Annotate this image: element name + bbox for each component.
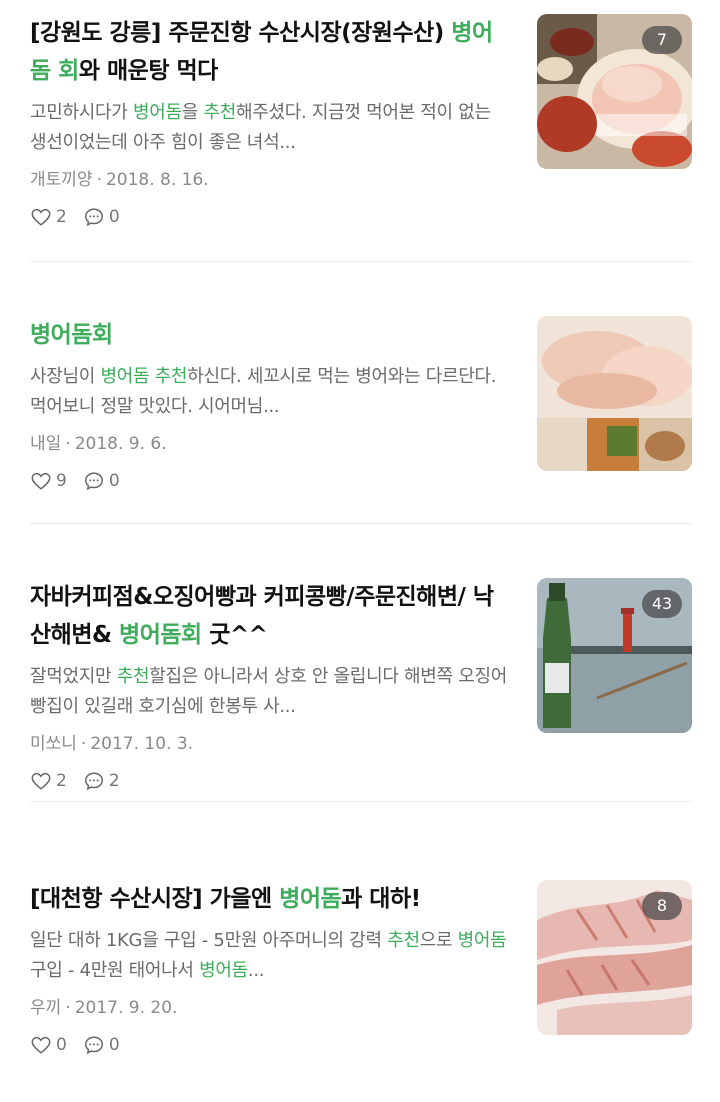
comment-count: 0	[108, 1035, 120, 1055]
post-snippet[interactable]: 일단 대하 1KG을 구입 - 5만원 아주머니의 강력 추천으로 병어돔 구입…	[30, 926, 508, 986]
title-highlight: 병어돔회	[30, 322, 113, 348]
title-text: [강원도 강릉] 주문진항 수산시장(장원수산)	[30, 20, 452, 46]
post-stats: 9 0	[30, 470, 508, 492]
post-card[interactable]: [강원도 강릉] 주문진항 수산시장(장원수산) 병어돔 회와 매운탕 먹다 고…	[0, 0, 720, 262]
post-stats: 2 2	[30, 770, 508, 792]
like-button[interactable]: 0	[30, 1034, 67, 1056]
author-name[interactable]: 미쏘니	[30, 734, 77, 754]
title-highlight: 병어돔	[279, 886, 342, 912]
snippet-text: 사장님이	[30, 366, 101, 387]
comment-count: 0	[108, 471, 120, 491]
comment-button[interactable]: 0	[83, 1034, 120, 1056]
comment-icon	[84, 208, 103, 227]
post-meta: 개토끼양 · 2018. 8. 16.	[30, 168, 508, 192]
snippet-highlight: 추천	[387, 930, 420, 951]
heart-icon	[31, 472, 51, 490]
post-snippet[interactable]: 사장님이 병어돔 추천하신다. 세꼬시로 먹는 병어와는 다르단다. 먹어보니 …	[30, 362, 508, 422]
title-text: 와 매운탕 먹다	[78, 58, 218, 84]
post-stats: 0 0	[30, 1034, 508, 1056]
snippet-highlight: 병어돔	[100, 366, 150, 387]
like-button[interactable]: 9	[30, 470, 67, 492]
post-meta: 미쏘니 · 2017. 10. 3.	[30, 732, 508, 756]
photo-count-badge: 7	[642, 26, 682, 54]
title-text: 굿^^	[201, 622, 268, 648]
meta-separator: ·	[65, 434, 71, 454]
post-thumbnail[interactable]	[537, 316, 692, 471]
post-date: 2017. 9. 20.	[74, 998, 178, 1018]
post-title[interactable]: 자바커피점&오징어빵과 커피콩빵/주문진해변/ 낙산해변& 병어돔회 굿^^	[30, 578, 508, 654]
post-snippet[interactable]: 잘먹었지만 추천할집은 아니라서 상호 안 올립니다 해변쪽 오징어빵집이 있길…	[30, 662, 508, 722]
snippet-highlight: 추천	[154, 366, 188, 387]
title-text: [대천항 수산시장] 가을엔	[30, 886, 280, 912]
post-snippet[interactable]: 고민하시다가 병어돔을 추천해주셨다. 지금껏 먹어본 적이 없는 생선이었는데…	[30, 98, 508, 158]
photo-count-badge: 8	[642, 892, 682, 920]
snippet-text: 잘먹었지만	[30, 666, 117, 687]
comment-count: 0	[108, 207, 120, 227]
like-count: 0	[56, 1035, 67, 1055]
comment-count: 2	[108, 771, 120, 791]
meta-separator: ·	[80, 734, 87, 754]
comment-button[interactable]: 0	[83, 470, 120, 492]
snippet-highlight: 병어돔	[132, 102, 182, 123]
post-date: 2017. 10. 3.	[90, 734, 194, 754]
post-thumbnail[interactable]: 43	[537, 578, 692, 733]
title-highlight: 병어돔회	[119, 622, 202, 648]
snippet-text: 구입 - 4만원 태어나서	[30, 960, 200, 981]
snippet-text: 을	[181, 102, 204, 123]
author-name[interactable]: 내일	[30, 434, 61, 454]
post-title[interactable]: [강원도 강릉] 주문진항 수산시장(장원수산) 병어돔 회와 매운탕 먹다	[30, 14, 508, 90]
like-count: 9	[56, 471, 67, 491]
post-thumbnail[interactable]: 8	[537, 880, 692, 1035]
like-button[interactable]: 2	[30, 206, 67, 228]
snippet-highlight: 병어돔	[199, 960, 248, 981]
post-thumbnail[interactable]: 7	[537, 14, 692, 169]
like-button[interactable]: 2	[30, 770, 67, 792]
post-title[interactable]: [대천항 수산시장] 가을엔 병어돔과 대하!	[30, 880, 508, 918]
comment-icon	[84, 772, 103, 791]
comment-icon	[84, 472, 103, 491]
heart-icon	[31, 208, 51, 226]
post-stats: 2 0	[30, 206, 508, 228]
like-count: 2	[56, 207, 67, 227]
comment-button[interactable]: 0	[83, 206, 120, 228]
heart-icon	[31, 1036, 51, 1054]
post-card[interactable]: 병어돔회 사장님이 병어돔 추천하신다. 세꼬시로 먹는 병어와는 다르단다. …	[0, 262, 720, 524]
snippet-highlight: 추천	[116, 666, 150, 687]
snippet-text: 일단 대하 1KG을 구입 - 5만원 아주머니의 강력	[30, 930, 388, 951]
post-date: 2018. 9. 6.	[74, 434, 167, 454]
post-meta: 우끼 · 2017. 9. 20.	[30, 996, 508, 1020]
post-card[interactable]: [대천항 수산시장] 가을엔 병어돔과 대하! 일단 대하 1KG을 구입 - …	[0, 840, 720, 1102]
post-meta: 내일 · 2018. 9. 6.	[30, 432, 508, 456]
post-date: 2018. 8. 16.	[105, 170, 209, 190]
snippet-text: 으로	[419, 930, 458, 951]
post-divider	[30, 801, 692, 802]
snippet-highlight: 추천	[203, 102, 236, 123]
author-name[interactable]: 개토끼양	[30, 170, 93, 190]
photo-count-badge: 43	[642, 590, 682, 618]
sliced-fish-photo-icon	[537, 316, 692, 471]
meta-separator: ·	[65, 998, 71, 1018]
snippet-text: ...	[247, 960, 265, 981]
post-divider	[30, 523, 692, 524]
comment-icon	[84, 1036, 103, 1055]
snippet-text: 고민하시다가	[30, 102, 133, 123]
post-title[interactable]: 병어돔회	[30, 316, 508, 354]
heart-icon	[31, 772, 51, 790]
like-count: 2	[56, 771, 67, 791]
meta-separator: ·	[96, 170, 102, 190]
post-card[interactable]: 자바커피점&오징어빵과 커피콩빵/주문진해변/ 낙산해변& 병어돔회 굿^^ 잘…	[0, 540, 720, 802]
snippet-highlight: 병어돔	[457, 930, 507, 951]
title-text: 과 대하!	[341, 886, 421, 912]
comment-button[interactable]: 2	[83, 770, 120, 792]
author-name[interactable]: 우끼	[30, 998, 61, 1018]
